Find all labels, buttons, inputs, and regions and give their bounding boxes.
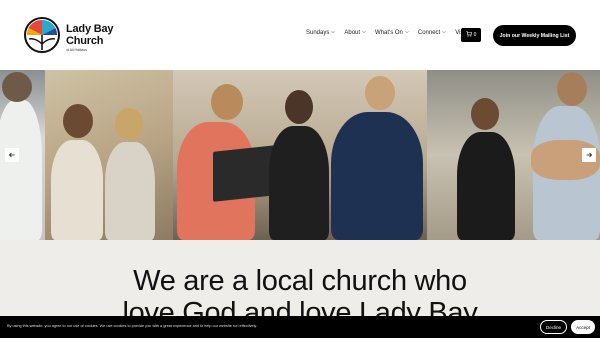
main-nav: Sundays About What's On Connect Visit: [306, 30, 466, 36]
brand-name-line2: Church: [66, 35, 104, 47]
cart-count: 0: [473, 32, 477, 38]
accept-cookies-button[interactable]: Accept: [571, 320, 595, 334]
brand-tagline: of All Hallows: [66, 48, 87, 52]
church-logo-icon[interactable]: [24, 17, 60, 53]
chevron-down-icon: [331, 30, 336, 34]
site-header: Lady Bay Church of All Hallows Sundays A…: [0, 0, 600, 70]
brand-wordmark[interactable]: Lady Bay Church of All Hallows: [66, 23, 114, 53]
chevron-down-icon: [405, 30, 409, 34]
nav-item-sundays[interactable]: Sundays: [306, 30, 336, 36]
nav-item-about[interactable]: About: [344, 30, 366, 36]
gallery-photo: [45, 70, 173, 240]
chevron-down-icon: [362, 30, 366, 34]
gallery-next-button[interactable]: [582, 148, 596, 162]
nav-item-whats-on[interactable]: What's On: [375, 30, 409, 36]
nav-item-connect[interactable]: Connect: [418, 30, 446, 36]
decline-cookies-button[interactable]: Decline: [540, 320, 567, 334]
brand-name-line1: Lady Bay: [66, 23, 114, 35]
gallery-photo: [427, 70, 600, 240]
photo-gallery: [0, 70, 600, 240]
nav-item-label: Connect: [417, 30, 441, 36]
nav-item-label: Sundays: [306, 30, 330, 36]
nav-item-label: About: [344, 30, 361, 36]
join-mailing-list-button[interactable]: Join our Weekly Mailing List: [493, 25, 576, 46]
cookie-banner: By using this website, you agree to our …: [0, 316, 600, 338]
hero-heading-line1: We are a local church who: [133, 265, 467, 297]
cart-icon: [465, 31, 472, 39]
nav-item-label: What's On: [375, 30, 403, 36]
chevron-down-icon: [442, 30, 446, 34]
cart-button[interactable]: 0: [461, 28, 481, 42]
arrow-right-icon: [585, 146, 593, 164]
arrow-left-icon: [8, 146, 16, 164]
gallery-prev-button[interactable]: [5, 148, 19, 162]
cookie-message: By using this website, you agree to our …: [7, 324, 258, 328]
gallery-photo: [173, 70, 427, 240]
